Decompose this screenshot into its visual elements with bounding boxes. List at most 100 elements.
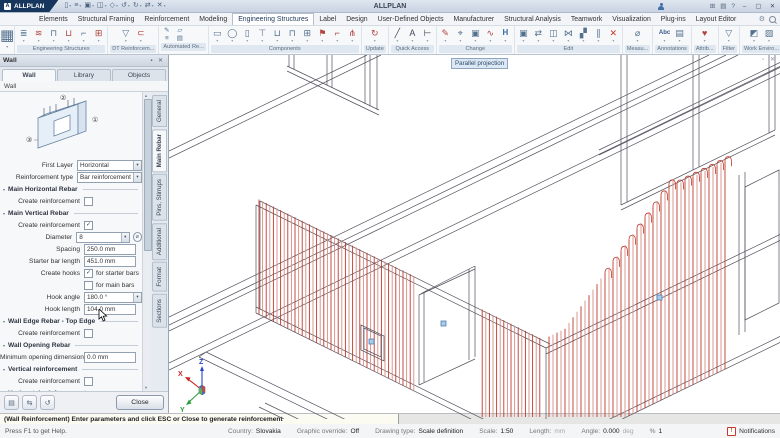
modify-icon[interactable]: ✎ <box>438 27 453 43</box>
tab-engineering-structures[interactable]: Engineering Structures <box>232 13 314 25</box>
spacing-input[interactable]: 250.0 mm <box>84 244 136 255</box>
tab-reinforcement[interactable]: Reinforcement <box>139 13 194 25</box>
stirrup-icon[interactable]: ⌐ <box>76 27 91 43</box>
help-icon[interactable]: ? <box>731 3 735 10</box>
flag-component-icon[interactable]: ⚑ <box>315 27 330 43</box>
side-tab-general[interactable]: General <box>152 95 167 127</box>
panel-scrollbar[interactable] <box>142 92 151 391</box>
exchange-icon[interactable]: ⇄ <box>145 1 154 11</box>
project-list-icon[interactable]: ≡ <box>74 1 81 11</box>
wall-reinforcement-icon[interactable]: ⊔ <box>61 27 76 43</box>
reinforcement-type-select[interactable]: Bar reinforcement <box>77 172 142 183</box>
tab-user-defined-objects[interactable]: User-Defined Objects <box>373 13 449 25</box>
side-tab-additional[interactable]: Additional <box>152 223 167 260</box>
section-h-icon[interactable]: H <box>498 27 513 43</box>
text-icon[interactable]: A <box>405 27 420 43</box>
side-tab-sections[interactable]: Sections <box>152 294 167 328</box>
selection-handle[interactable] <box>441 321 446 326</box>
section-wall-opening-rebar[interactable]: Wall Opening Rebar <box>0 339 142 351</box>
allplan-logo[interactable]: A ALLPLAN <box>0 0 58 12</box>
save-copy-icon[interactable]: ◫ <box>97 1 107 11</box>
side-tab-main-rebar[interactable]: Main Rebar <box>152 129 167 172</box>
create-horizontal-reinforcement-checkbox[interactable] <box>84 197 93 206</box>
wall-component-icon[interactable]: ▭ <box>210 27 225 43</box>
tab-teamwork[interactable]: Teamwork <box>566 13 607 25</box>
min-opening-input[interactable]: 0.0 mm <box>84 352 136 363</box>
allplan-connect-icon[interactable]: ⊞ <box>710 2 715 10</box>
tab-structural-framing[interactable]: Structural Framing <box>73 13 140 25</box>
transfer-icon[interactable]: ⇆ <box>22 395 37 410</box>
viewport[interactable]: X Z Y Parallel projection ▫ ✕ <box>169 55 780 413</box>
hook-length-input[interactable]: 104.0 mm <box>84 304 136 315</box>
update-icon[interactable]: ↻ <box>367 27 382 43</box>
mesh-reinforcement-icon[interactable]: ⊞ <box>91 27 106 43</box>
slab-reinforcement-icon[interactable]: ≋ <box>31 27 46 43</box>
section-vertical-reinforcement[interactable]: Vertical reinforcement <box>0 363 142 375</box>
pin-icon[interactable]: ▪ <box>147 58 156 64</box>
target-snap-icon[interactable]: ⌖ <box>453 27 468 43</box>
panel-tab-wall[interactable]: Wall <box>2 69 56 81</box>
punching-shear-icon[interactable]: ▽ <box>118 27 133 43</box>
section-wall-edge-rebar[interactable]: Wall Edge Rebar - Top Edge <box>0 315 142 327</box>
tools-icon[interactable]: ✕ <box>157 1 166 11</box>
panel-tab-objects[interactable]: Objects <box>112 69 166 81</box>
tab-layout-editor[interactable]: Layout Editor <box>691 13 742 25</box>
dropdown-arrow-icon[interactable] <box>133 173 141 182</box>
search-icon[interactable] <box>769 16 776 23</box>
new-file-icon[interactable]: ▯ <box>64 1 71 11</box>
hooks-starter-bars-checkbox[interactable] <box>84 269 93 278</box>
panel-close-icon[interactable]: ✕ <box>156 57 165 64</box>
selection-handle[interactable] <box>369 339 374 344</box>
allplan-shop-icon[interactable]: ▤ <box>720 2 726 10</box>
redo-icon[interactable]: ↻ <box>133 1 142 11</box>
move-icon[interactable]: ⇄ <box>531 27 546 43</box>
hooks-main-bars-checkbox[interactable] <box>84 281 93 290</box>
stretch-icon[interactable]: ▞ <box>576 27 591 43</box>
align-icon[interactable]: ◫ <box>546 27 561 43</box>
scrollbar-thumb[interactable] <box>144 99 152 251</box>
layout-plane-icon[interactable]: ◩ <box>747 27 762 43</box>
close-window-button[interactable]: ✕ <box>768 2 777 10</box>
vertical-rebar-left-wall[interactable] <box>259 199 540 417</box>
u-channel-icon[interactable]: ⊔ <box>270 27 285 43</box>
section-main-horizontal-rebar[interactable]: Main Horizontal Rebar <box>0 183 142 195</box>
hook-bar-icon[interactable]: ⌐ <box>330 27 345 43</box>
dropdown-arrow-icon[interactable] <box>133 293 141 302</box>
tab-manufacturer[interactable]: Manufacturer <box>449 13 500 25</box>
offset-icon[interactable]: ∥ <box>591 27 606 43</box>
spline-edit-icon[interactable]: ∿ <box>483 27 498 43</box>
dimension-line-icon[interactable]: ⊢ <box>420 27 435 43</box>
first-layer-select[interactable]: Horizontal <box>77 160 142 171</box>
tab-design[interactable]: Design <box>341 13 372 25</box>
dropdown-arrow-icon[interactable] <box>121 233 129 242</box>
panel-tab-library[interactable]: Library <box>57 69 111 81</box>
create-vertical-reinforcement-checkbox[interactable] <box>84 221 93 230</box>
bridge-icon[interactable]: ⊓ <box>285 27 300 43</box>
tab-plug-ins[interactable]: Plug-ins <box>656 13 691 25</box>
auto-mesh-icon[interactable]: ▤ <box>177 35 183 43</box>
beam-reinforcement-icon[interactable]: ≣ <box>16 27 31 43</box>
undo-icon[interactable]: ↺ <box>121 1 130 11</box>
mushroom-column-icon[interactable]: ⊤ <box>255 27 270 43</box>
line-icon[interactable]: ╱ <box>390 27 405 43</box>
text-label-icon[interactable]: Abc <box>657 27 672 43</box>
status-scale[interactable]: Scale:1:50 <box>471 428 521 435</box>
print-icon[interactable]: ▤ <box>4 395 19 410</box>
tab-visualization[interactable]: Visualization <box>607 13 656 25</box>
dropdown-arrow-icon[interactable] <box>133 161 141 170</box>
tab-label[interactable]: Label <box>314 13 341 25</box>
selection-handle[interactable] <box>657 295 662 300</box>
tab-elements[interactable]: Elements <box>34 13 73 25</box>
rail-reinforcement-icon[interactable]: ⊂ <box>133 27 148 43</box>
tab-modeling[interactable]: Modeling <box>194 13 232 25</box>
reset-icon[interactable]: ↺ <box>40 395 55 410</box>
match-properties-icon[interactable]: ▣ <box>468 27 483 43</box>
status-drawing-type[interactable]: Drawing type:Scale definition <box>367 428 471 435</box>
diameter-select[interactable]: 8 <box>76 232 130 243</box>
status-percent[interactable]: %1 <box>642 428 671 435</box>
rake-icon[interactable]: ⋔ <box>345 27 360 43</box>
user-account-icon[interactable] <box>658 3 665 10</box>
save-icon[interactable]: ▣ <box>84 1 94 11</box>
create-vertical2-reinforcement-checkbox[interactable] <box>84 377 93 386</box>
filter-icon[interactable]: ▽ <box>721 27 736 43</box>
